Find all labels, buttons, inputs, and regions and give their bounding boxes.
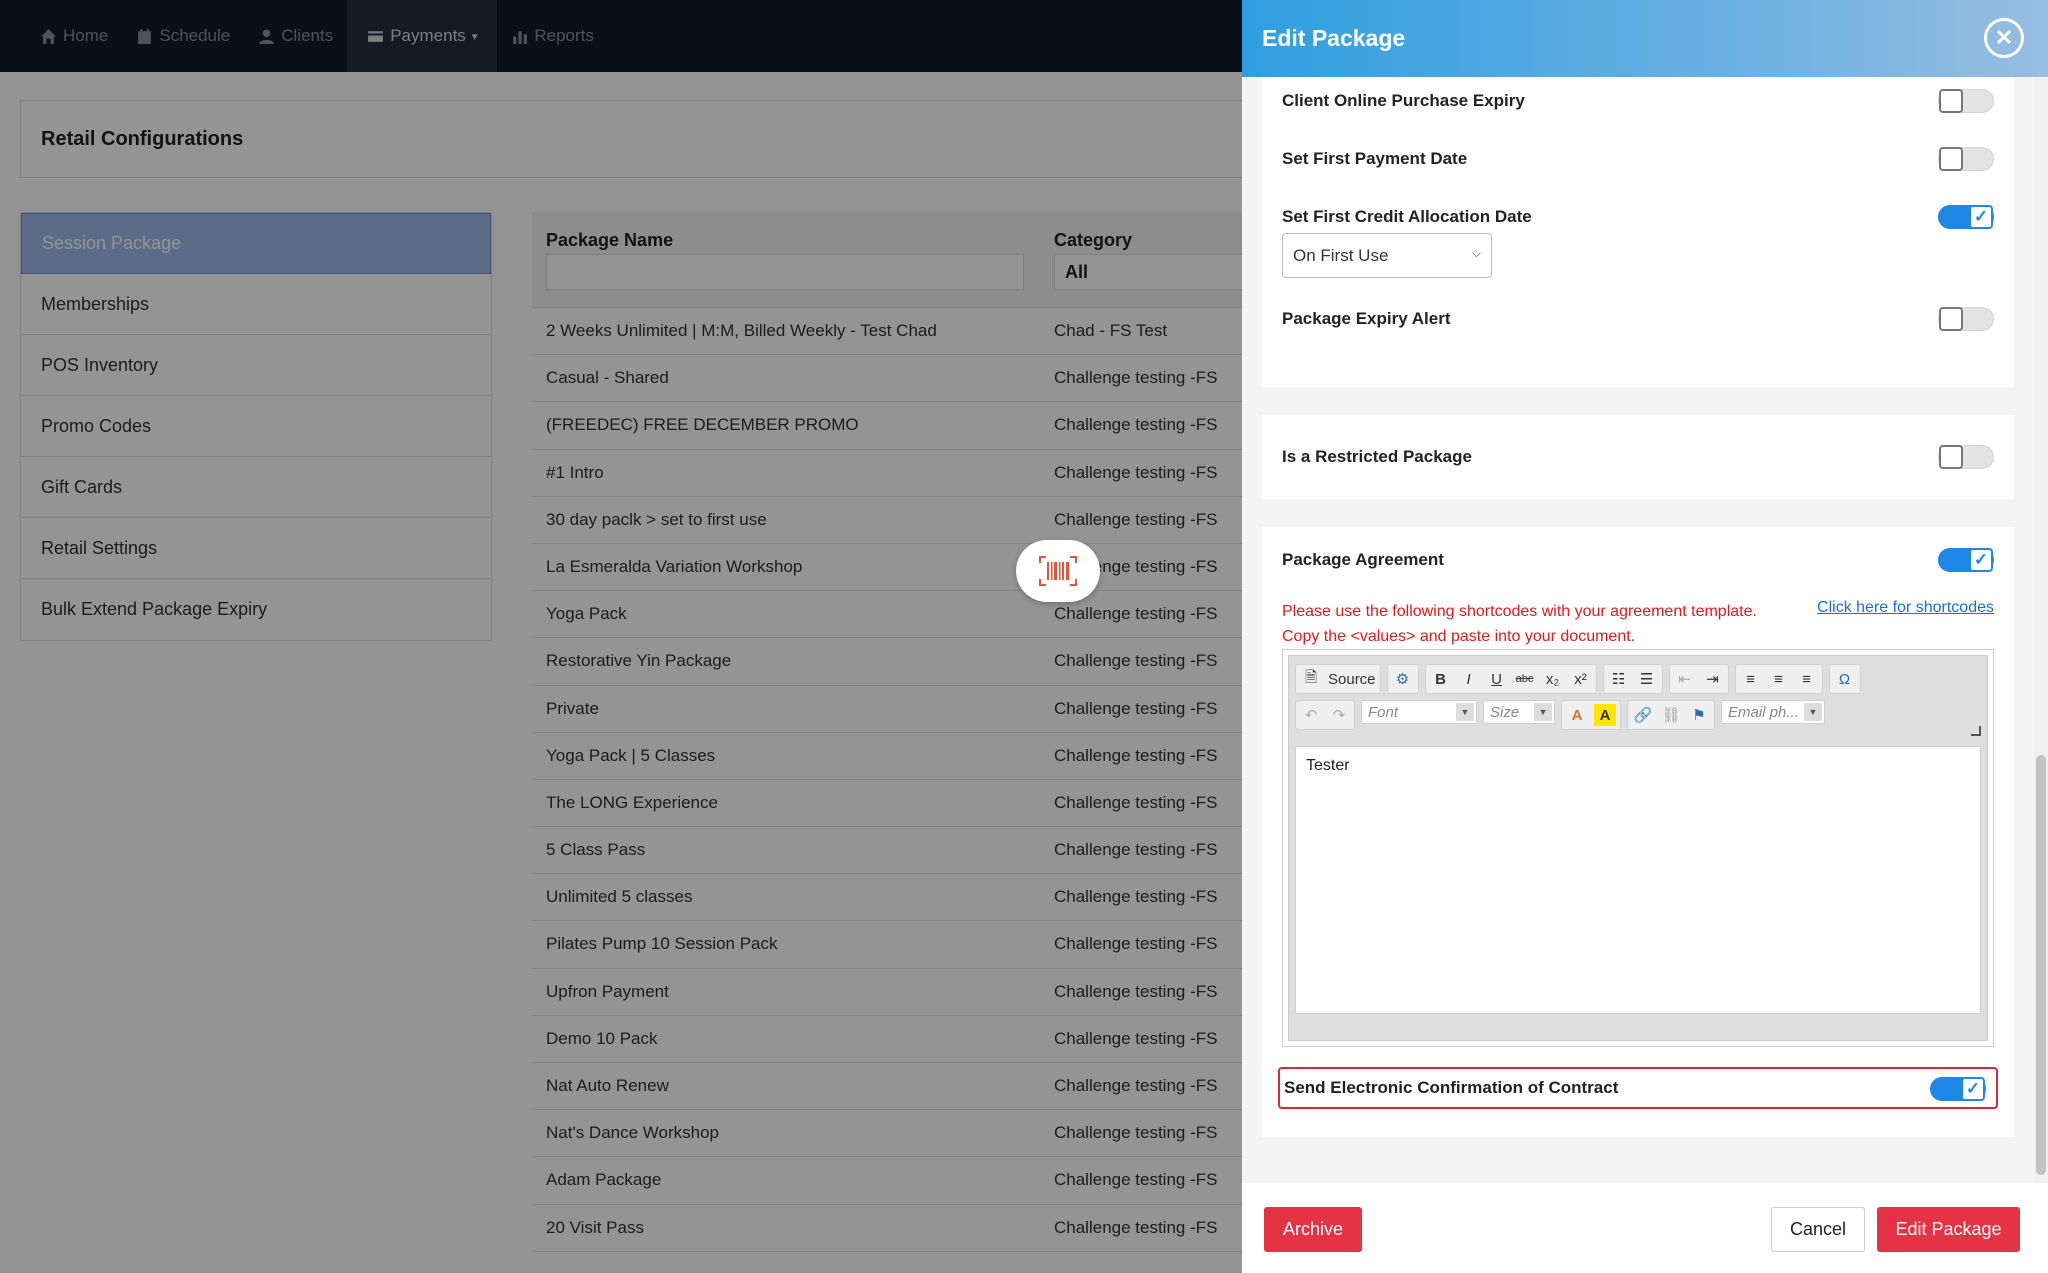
close-icon: ✕ [1994,25,2014,50]
link-icon[interactable]: 🔗 [1632,704,1654,726]
agreement-card: Package Agreement ✓ Please use the follo… [1262,527,2014,1137]
special-char-group: Ω [1828,664,1861,694]
document-icon: 🗎 [1304,668,1318,686]
omega-icon[interactable]: Ω [1834,668,1856,690]
color-group: A A [1561,700,1621,730]
strikethrough-button[interactable]: abc [1514,668,1536,690]
source-button[interactable]: Source [1328,668,1376,690]
link-group: 🔗 ⛓ ⚑ [1627,700,1715,730]
bullet-list-icon[interactable]: ☰ [1636,668,1658,690]
edit-package-button[interactable]: Edit Package [1877,1207,2020,1252]
restricted-label: Is a Restricted Package [1282,447,1472,466]
credit-allocation-value: On First Use [1293,245,1389,265]
source-group: 🗎 Source [1295,664,1381,694]
check-icon: ✓ [1969,205,1993,229]
history-group: ↶ ↷ [1295,700,1355,730]
subscript-button[interactable]: x₂ [1542,668,1564,690]
anchor-flag-icon[interactable]: ⚑ [1688,704,1710,726]
text-color-icon[interactable]: A [1566,704,1588,726]
chevron-down-icon: ▼ [1534,703,1552,721]
widget-group: ⚙ [1386,664,1419,694]
shortcodes-link[interactable]: Click here for shortcodes [1817,599,1994,617]
check-icon: ✓ [1969,548,1993,572]
first-payment-label: Set First Payment Date [1282,149,1468,168]
edit-package-panel: Edit Package ✕ Client Online Purchase Ex… [1242,0,2048,1273]
undo-icon[interactable]: ↶ [1300,704,1322,726]
align-right-icon[interactable]: ≡ [1796,668,1818,690]
text-style-group: B I U abc x₂ x² [1424,664,1597,694]
send-confirmation-toggle[interactable]: ✓ [1930,1077,1986,1101]
toggle-knob [1939,89,1963,113]
expiry-alert-label: Package Expiry Alert [1282,309,1451,328]
list-group: ☷ ☰ [1602,664,1663,694]
editor-content-area[interactable]: Tester [1295,746,1981,1014]
align-center-icon[interactable]: ≡ [1768,668,1790,690]
chevron-down-icon: ▼ [1804,703,1822,721]
editor-toolbar-row-1: 🗎 Source ⚙ B I U abc x₂ x² ☷ ☰ ⇤ ⇥ ≡ ≡ ≡… [1295,664,1861,694]
indent-icon[interactable]: ⇥ [1702,668,1724,690]
email-placeholder-select[interactable]: Email ph... ▼ [1721,700,1825,724]
panel-body: Client Online Purchase Expiry Set First … [1242,77,2048,1183]
superscript-button[interactable]: x² [1570,668,1592,690]
font-select-placeholder: Font [1368,703,1399,721]
numbered-list-icon[interactable]: ☷ [1608,668,1630,690]
check-icon: ✓ [1961,1077,1985,1101]
first-credit-toggle[interactable]: ✓ [1938,205,1994,229]
toggle-knob [1939,147,1963,171]
outdent-icon[interactable]: ⇤ [1674,668,1696,690]
dates-card: Client Online Purchase Expiry Set First … [1262,77,2014,387]
cancel-button[interactable]: Cancel [1771,1207,1865,1252]
editor-chrome: 🗎 Source ⚙ B I U abc x₂ x² ☷ ☰ ⇤ ⇥ ≡ ≡ ≡… [1288,655,1988,1041]
unlink-icon[interactable]: ⛓ [1660,704,1682,726]
agreement-toggle[interactable]: ✓ [1938,548,1994,572]
restricted-toggle[interactable] [1938,445,1994,469]
bold-button[interactable]: B [1430,668,1452,690]
align-left-icon[interactable]: ≡ [1740,668,1762,690]
restricted-card: Is a Restricted Package [1262,415,2014,499]
agreement-label: Package Agreement [1282,550,1444,569]
close-button[interactable]: ✕ [1984,18,2024,58]
send-confirmation-row: Send Electronic Confirmation of Contract… [1278,1067,1998,1109]
chevron-down-icon: ⌵ [1471,246,1481,260]
scrollbar-thumb[interactable] [2036,755,2046,1175]
toggle-knob [1939,445,1963,469]
background-color-icon[interactable]: A [1594,704,1616,726]
align-group: ≡ ≡ ≡ [1734,664,1823,694]
panel-footer: Archive Cancel Edit Package [1242,1183,2048,1273]
panel-scrollbar[interactable] [2034,77,2048,1183]
redo-icon[interactable]: ↷ [1328,704,1350,726]
indent-group: ⇤ ⇥ [1668,664,1729,694]
agreement-shortcode-note: Please use the following shortcodes with… [1282,603,1757,645]
size-select-placeholder: Size [1490,703,1520,721]
panel-header: Edit Package ✕ [1242,0,2048,77]
chevron-down-icon: ▼ [1456,703,1474,721]
first-payment-toggle[interactable] [1938,147,1994,171]
maximize-icon[interactable] [1971,726,1981,736]
editor-toolbar-row-2: ↶ ↷ Font ▼ Size ▼ A A 🔗 ⛓ ⚑ Email ph... … [1295,700,1825,730]
insert-widget-icon[interactable]: ⚙ [1392,668,1414,690]
agreement-editor: 🗎 Source ⚙ B I U abc x₂ x² ☷ ☰ ⇤ ⇥ ≡ ≡ ≡… [1282,649,1994,1047]
archive-button[interactable]: Archive [1264,1207,1362,1252]
credit-allocation-select[interactable]: On First Use ⌵ [1282,233,1492,278]
size-select[interactable]: Size ▼ [1483,700,1555,724]
online-expiry-label: Client Online Purchase Expiry [1282,91,1525,110]
panel-title: Edit Package [1262,25,1406,51]
underline-button[interactable]: U [1486,668,1508,690]
expiry-alert-toggle[interactable] [1938,307,1994,331]
toggle-knob [1939,307,1963,331]
font-select[interactable]: Font ▼ [1361,700,1477,724]
first-credit-label: Set First Credit Allocation Date [1282,207,1532,226]
barcode-scan-button[interactable] [1016,540,1100,602]
italic-button[interactable]: I [1458,668,1480,690]
send-confirmation-label: Send Electronic Confirmation of Contract [1284,1078,1619,1097]
online-expiry-toggle[interactable] [1938,89,1994,113]
email-placeholder-text: Email ph... [1728,703,1799,721]
barcode-icon [1039,556,1077,586]
